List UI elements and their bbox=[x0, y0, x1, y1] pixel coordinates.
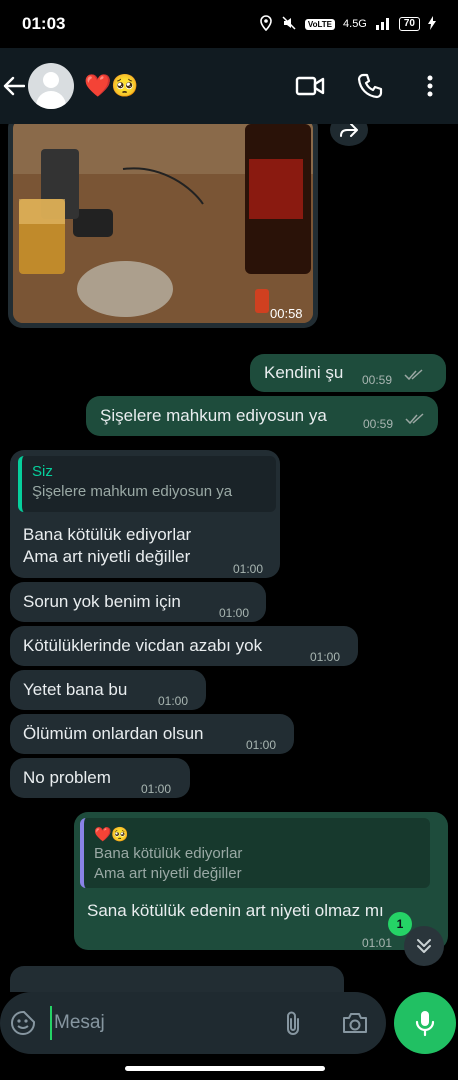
message-time: 01:00 bbox=[219, 606, 250, 620]
video-message[interactable]: 00:58 bbox=[8, 124, 318, 328]
message-time: 01:00 bbox=[310, 650, 341, 664]
quoted-message[interactable]: ❤️🥺 Bana kötülük ediyorlar Ama art niyet… bbox=[80, 818, 430, 888]
emoji-button[interactable] bbox=[8, 1008, 38, 1038]
chat-header: ❤️🥺 bbox=[0, 48, 458, 124]
message-time: 01:01 bbox=[362, 936, 393, 950]
camera-icon bbox=[343, 1013, 367, 1033]
header-actions bbox=[292, 68, 448, 104]
outgoing-message[interactable]: Kendini şu 00:59 bbox=[250, 354, 446, 392]
contact-name[interactable]: ❤️🥺 bbox=[84, 74, 139, 98]
message-input-bar bbox=[0, 992, 386, 1054]
network-type: 4.5G bbox=[343, 18, 367, 30]
forward-icon bbox=[340, 124, 358, 137]
volte-badge: VoLTE bbox=[304, 18, 336, 30]
voice-message-button[interactable] bbox=[394, 992, 456, 1054]
paperclip-icon bbox=[287, 1011, 299, 1035]
mute-icon bbox=[281, 15, 297, 34]
quote-text-line1: Bana kötülük ediyorlar bbox=[94, 845, 243, 862]
arrow-left-icon bbox=[3, 76, 25, 96]
double-check-icon bbox=[404, 366, 424, 388]
quote-author: Siz bbox=[32, 463, 53, 480]
message-text: Ölümüm onlardan olsun bbox=[23, 724, 204, 743]
double-check-icon bbox=[405, 410, 425, 432]
attach-button[interactable] bbox=[278, 1008, 308, 1038]
message-text-line1: Bana kötülük ediyorlar bbox=[23, 525, 192, 544]
voice-call-button[interactable] bbox=[352, 68, 388, 104]
avatar[interactable] bbox=[28, 63, 74, 109]
incoming-message[interactable]: Yetet bana bu 01:00 bbox=[10, 670, 206, 710]
video-call-button[interactable] bbox=[292, 68, 328, 104]
microphone-icon bbox=[415, 1011, 435, 1037]
outgoing-message[interactable]: Şişelere mahkum ediyosun ya 00:59 bbox=[86, 396, 438, 436]
sticker-smiley-icon bbox=[11, 1011, 35, 1035]
status-time: 01:03 bbox=[22, 14, 66, 33]
charging-icon bbox=[428, 15, 436, 33]
incoming-reply-message[interactable]: Siz Şişelere mahkum ediyosun ya Bana köt… bbox=[10, 450, 280, 578]
forward-button[interactable] bbox=[330, 124, 368, 146]
camera-button[interactable] bbox=[338, 1008, 372, 1038]
quoted-message[interactable]: Siz Şişelere mahkum ediyosun ya bbox=[18, 456, 276, 512]
scroll-down-button[interactable] bbox=[404, 926, 444, 966]
message-text: Sana kötülük edenin art niyeti olmaz mı bbox=[87, 901, 384, 920]
message-input[interactable] bbox=[50, 1006, 250, 1040]
video-thumbnail[interactable]: 00:58 bbox=[13, 124, 313, 323]
message-time: 01:00 bbox=[158, 694, 189, 708]
quote-text-line2: Ama art niyetli değiller bbox=[94, 865, 242, 882]
status-icons: VoLTE 4.5G 70 bbox=[259, 14, 436, 34]
location-icon bbox=[259, 14, 273, 34]
message-time: 01:00 bbox=[246, 738, 277, 752]
incoming-message[interactable]: Kötülüklerinde vicdan azabı yok 01:00 bbox=[10, 626, 358, 666]
quote-text: Şişelere mahkum ediyosun ya bbox=[32, 483, 233, 500]
composer bbox=[0, 992, 458, 1080]
double-chevron-down-icon bbox=[417, 939, 431, 953]
back-button[interactable] bbox=[0, 66, 28, 106]
incoming-message[interactable]: No problem 01:00 bbox=[10, 758, 190, 798]
battery-indicator: 70 bbox=[398, 17, 420, 31]
message-text: Şişelere mahkum ediyosun ya bbox=[100, 406, 327, 425]
quote-author: ❤️🥺 bbox=[94, 826, 129, 842]
message-text: Kendini şu bbox=[264, 363, 344, 382]
video-duration: 00:58 bbox=[270, 306, 303, 321]
home-indicator bbox=[125, 1066, 325, 1071]
phone-icon bbox=[357, 73, 383, 99]
status-bar: 01:03 VoLTE 4.5G 70 bbox=[0, 0, 458, 48]
video-camera-icon bbox=[295, 76, 325, 96]
message-time: 01:00 bbox=[141, 782, 172, 796]
message-time: 00:59 bbox=[363, 417, 394, 431]
chat-area[interactable]: 00:58 Kendini şu 00:59 Şişelere mahkum e… bbox=[0, 124, 458, 992]
message-text-line2: Ama art niyetli değiller bbox=[23, 547, 191, 566]
incoming-message-partial[interactable] bbox=[10, 966, 344, 992]
message-time: 01:00 bbox=[233, 562, 264, 576]
message-text: Kötülüklerinde vicdan azabı yok bbox=[23, 636, 263, 655]
incoming-message[interactable]: Sorun yok benim için 01:00 bbox=[10, 582, 266, 622]
message-text: Sorun yok benim için bbox=[23, 592, 181, 611]
message-text: Yetet bana bu bbox=[23, 680, 128, 699]
incoming-message[interactable]: Ölümüm onlardan olsun 01:00 bbox=[10, 714, 294, 754]
menu-button[interactable] bbox=[412, 68, 448, 104]
message-time: 00:59 bbox=[362, 373, 393, 387]
more-vertical-icon bbox=[427, 75, 433, 97]
message-text: No problem bbox=[23, 768, 111, 787]
signal-icon bbox=[375, 16, 391, 33]
